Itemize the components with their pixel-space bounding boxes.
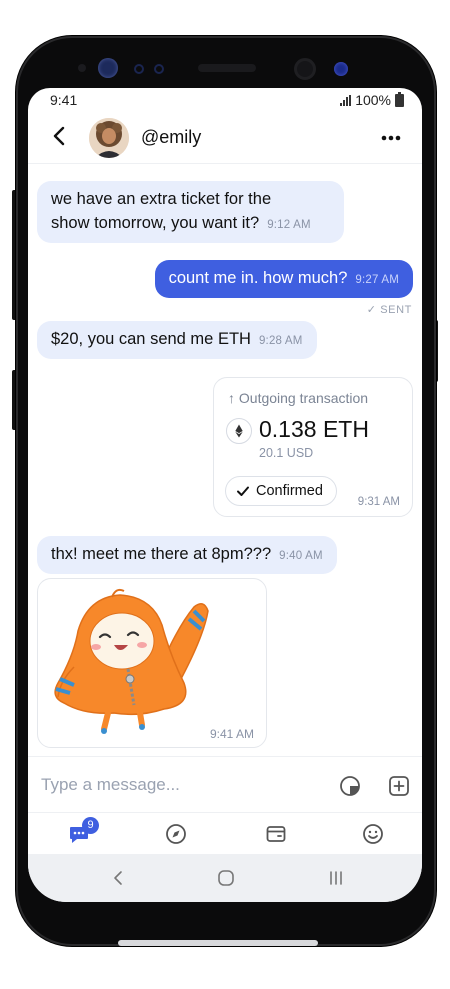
status-bar: 9:41 100% [28,88,422,112]
message-timestamp: 9:27 AM [355,274,399,286]
sensor-dot [78,64,86,72]
system-recents-icon[interactable] [326,868,346,888]
transaction-timestamp: 9:31 AM [357,496,400,508]
message-text: thx! meet me there at 8pm??? [51,545,272,563]
battery-icon [395,91,404,107]
battery-percent: 100% [355,92,391,108]
transaction-usd: 20.1 USD [259,446,314,460]
phone-bottom-edge [118,940,318,946]
screen: 9:41 100% @emily we have an extra ticket… [28,88,422,902]
status-time: 9:41 [50,92,78,108]
iris-sensor [98,58,118,78]
system-home-icon[interactable] [216,868,236,888]
sticker-image [54,588,209,734]
transaction-title: ↑ Outgoing transaction [228,390,369,406]
signal-icon [340,94,352,106]
sensor-ring [134,64,144,74]
system-back-icon[interactable] [108,868,128,888]
message-bubble-incoming[interactable]: $20, you can send me ETH 9:28 AM [37,321,317,359]
chat-header: @emily [28,112,422,164]
message-bubble-incoming[interactable]: thx! meet me there at 8pm??? 9:40 AM [37,536,337,574]
message-bubble-outgoing[interactable]: count me in. how much? 9:27 AM [154,260,413,298]
status-right: 100% [340,91,404,108]
ethereum-icon [226,418,252,444]
message-composer[interactable]: Type a message... [28,756,422,812]
message-input[interactable]: Type a message... [41,775,180,795]
message-text: $20, you can send me ETH [51,330,251,348]
transaction-card[interactable]: ↑ Outgoing transaction 0.138 ETH 20.1 US… [213,377,413,517]
tab-bar: 9 [28,812,422,852]
more-options-icon[interactable] [380,127,402,149]
avatar[interactable] [89,118,129,158]
system-nav-bar [28,854,422,902]
compass-icon[interactable] [165,823,187,845]
add-attachment-icon[interactable] [388,775,410,797]
sticker-timestamp: 9:41 AM [209,727,254,741]
message-timestamp: 9:12 AM [267,219,311,231]
back-arrow-icon[interactable] [48,124,72,148]
message-timestamp: 9:40 AM [279,550,323,562]
sent-status: ✓ SENT [366,304,412,316]
checkmark-icon [237,486,249,496]
message-text-line2: show tomorrow, you want it? 9:12 AM [51,211,330,237]
message-timestamp: 9:28 AM [258,335,303,347]
sent-label: SENT [380,304,412,316]
sensor-ring [154,64,164,74]
message-text: count me in. how much? [168,269,348,287]
message-text: show tomorrow, you want it? [51,214,260,232]
contact-username[interactable]: @emily [141,127,201,148]
earpiece-speaker [198,64,256,72]
smiley-icon[interactable] [362,823,384,845]
confirmed-label: Confirmed [256,483,323,499]
transaction-title-text: Outgoing transaction [238,390,369,406]
avatar-photo [89,118,129,158]
sticker-message[interactable]: 9:41 AM [37,578,267,748]
unread-badge: 9 [82,817,99,834]
confirmed-badge: Confirmed [225,476,337,506]
message-text: we have an extra ticket for the [51,190,272,208]
timer-icon[interactable] [339,775,361,797]
front-camera [294,58,316,80]
iris-camera [334,62,348,76]
message-bubble-incoming[interactable]: we have an extra ticket for the show tom… [37,181,344,243]
wallet-icon[interactable] [265,823,287,845]
transaction-amount: 0.138 ETH [259,416,369,442]
